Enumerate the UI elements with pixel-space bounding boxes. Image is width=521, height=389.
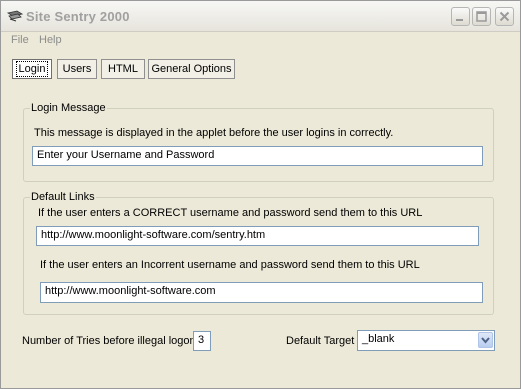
login-message-group — [23, 108, 494, 182]
tab-users-label: Users — [62, 63, 92, 75]
minimize-button[interactable] — [451, 7, 470, 26]
tab-general-options[interactable]: General Options — [148, 59, 235, 79]
chevron-down-icon[interactable] — [478, 332, 493, 348]
close-icon — [499, 11, 510, 22]
incorrect-url-label: If the user enters an Incorrent username… — [40, 259, 420, 271]
tab-login-label: Login — [15, 61, 49, 77]
tries-label: Number of Tries before illegal logon. — [22, 335, 199, 347]
tries-input[interactable]: 3 — [193, 331, 211, 351]
login-message-group-label: Login Message — [30, 102, 107, 114]
target-label: Default Target — [286, 335, 355, 347]
close-button[interactable] — [495, 7, 514, 26]
login-message-input[interactable]: Enter your Username and Password — [32, 146, 483, 166]
target-select[interactable]: _blank — [357, 330, 495, 351]
default-links-group-label: Default Links — [30, 191, 96, 203]
login-message-description: This message is displayed in the applet … — [34, 127, 394, 139]
tab-users[interactable]: Users — [57, 59, 97, 79]
correct-url-label: If the user enters a CORRECT username an… — [38, 207, 423, 219]
maximize-icon — [476, 11, 487, 22]
tab-html[interactable]: HTML — [101, 59, 145, 79]
app-icon — [6, 9, 24, 23]
title-bar[interactable]: Site Sentry 2000 — [1, 1, 520, 32]
window-title: Site Sentry 2000 — [26, 9, 130, 24]
maximize-button[interactable] — [472, 7, 491, 26]
correct-url-input[interactable]: http://www.moonlight-software.com/sentry… — [36, 226, 479, 246]
tab-html-label: HTML — [108, 63, 138, 75]
tab-general-options-label: General Options — [151, 63, 232, 75]
target-select-value: _blank — [362, 333, 395, 345]
incorrect-url-input[interactable]: http://www.moonlight-software.com — [40, 282, 483, 303]
minimize-icon — [456, 19, 463, 21]
tab-login[interactable]: Login — [12, 59, 52, 79]
menu-bar: File Help — [1, 32, 520, 50]
app-window: Site Sentry 2000 File Help Login Users H… — [0, 0, 521, 389]
menu-help[interactable]: Help — [39, 34, 62, 46]
menu-file[interactable]: File — [11, 34, 29, 46]
